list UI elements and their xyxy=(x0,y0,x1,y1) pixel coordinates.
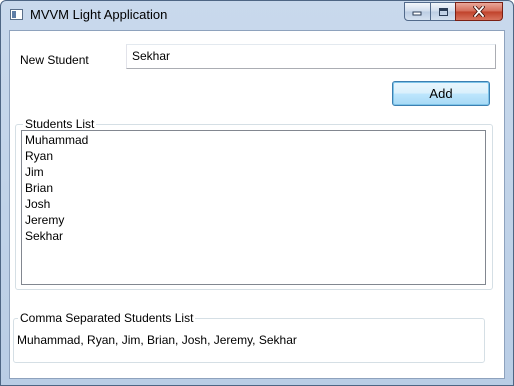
maximize-icon xyxy=(438,7,448,16)
client-area: New Student Sekhar Add Students List Muh… xyxy=(9,30,505,379)
list-item[interactable]: Jim xyxy=(25,164,482,180)
comma-separated-text: Muhammad, Ryan, Jim, Brian, Josh, Jeremy… xyxy=(17,333,297,347)
students-list-group: Students List Muhammad Ryan Jim Brian Jo… xyxy=(15,117,493,290)
students-listbox[interactable]: Muhammad Ryan Jim Brian Josh Jeremy Sekh… xyxy=(21,130,486,285)
list-item[interactable]: Ryan xyxy=(25,148,482,164)
list-item[interactable]: Muhammad xyxy=(25,132,482,148)
comma-separated-header: Comma Separated Students List xyxy=(18,311,196,325)
list-item[interactable]: Jeremy xyxy=(25,212,482,228)
app-window-icon[interactable] xyxy=(10,9,23,20)
close-icon xyxy=(473,6,485,17)
minimize-icon xyxy=(412,11,422,16)
minimize-button[interactable] xyxy=(404,2,431,21)
app-window: MVVM Light Application New Student Sekha… xyxy=(0,0,514,386)
add-button[interactable]: Add xyxy=(392,81,490,106)
students-list-header: Students List xyxy=(23,117,97,131)
maximize-button[interactable] xyxy=(430,2,456,21)
new-student-input[interactable]: Sekhar xyxy=(126,44,496,69)
comma-separated-group: Comma Separated Students List Muhammad, … xyxy=(13,311,485,363)
new-student-label: New Student xyxy=(20,53,89,67)
list-item[interactable]: Brian xyxy=(25,180,482,196)
list-item[interactable]: Sekhar xyxy=(25,228,482,244)
list-item[interactable]: Josh xyxy=(25,196,482,212)
close-button[interactable] xyxy=(455,2,503,21)
title-bar[interactable]: MVVM Light Application xyxy=(1,1,513,30)
window-title: MVVM Light Application xyxy=(30,7,168,22)
